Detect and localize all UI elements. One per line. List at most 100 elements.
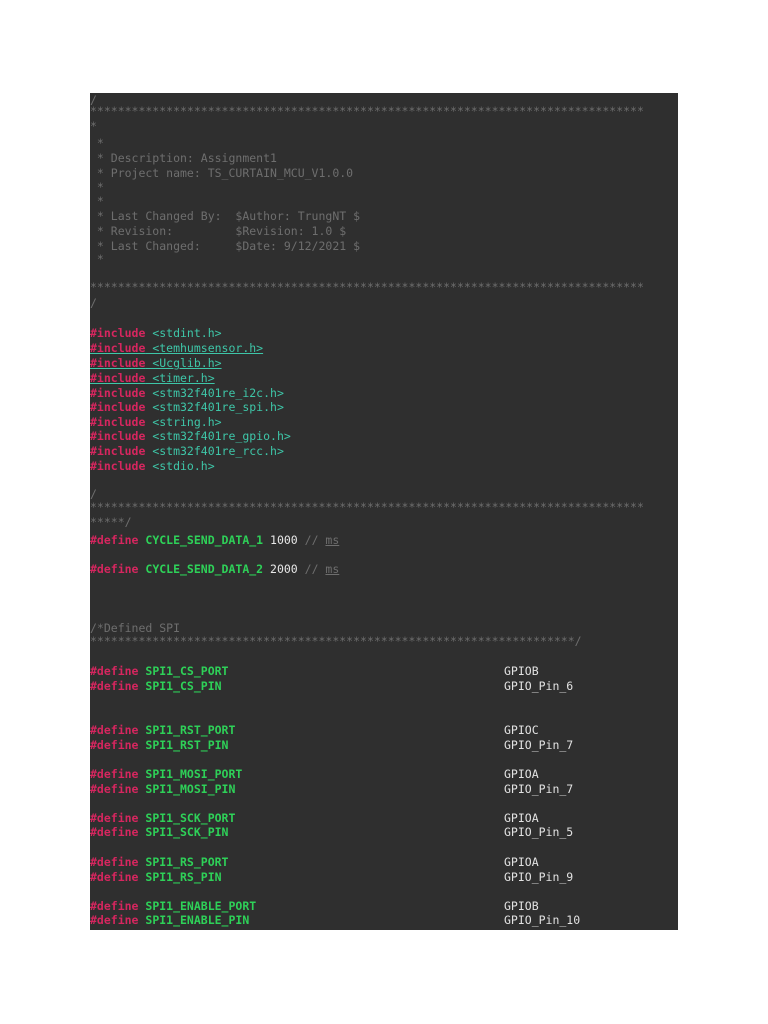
macro-value: GPIOB (504, 899, 539, 913)
include-keyword: #include (90, 341, 146, 355)
include-line[interactable]: #include <Ucglib.h> (90, 356, 222, 370)
macro-name: CYCLE_SEND_DATA_2 (138, 562, 264, 576)
macro-value: GPIO_Pin_5 (504, 825, 574, 839)
include-keyword: #include (90, 415, 146, 429)
macro-name: SPI1_MOSI_PORT (138, 767, 243, 781)
macro-name: SPI1_CS_PIN (138, 679, 222, 693)
define-line: #define SPI1_SCK_PIN GPIO_Pin_5 (90, 825, 678, 839)
include-line: #include <stm32f401re_i2c.h> (90, 386, 284, 400)
macro-name: SPI1_SCK_PORT (138, 811, 236, 825)
define-keyword: #define (90, 767, 139, 781)
define-keyword: #define (90, 664, 139, 678)
include-header: <stm32f401re_i2c.h> (145, 386, 284, 400)
define-line: #define SPI1_SCK_PORT GPIOA (90, 811, 678, 825)
define-keyword: #define (90, 738, 139, 752)
define-keyword: #define (90, 811, 139, 825)
define-line: #define SPI1_RST_PIN GPIO_Pin_7 (90, 738, 678, 752)
macro-name: CYCLE_SEND_DATA_1 (138, 533, 264, 547)
comment-last-changed-by: * Last Changed By: $Author: TrungNT $ (90, 209, 361, 223)
define-line: #define SPI1_MOSI_PIN GPIO_Pin_7 (90, 782, 678, 796)
include-line: #include <stdio.h> (90, 459, 215, 473)
include-header: <stdio.h> (145, 459, 215, 473)
comment-project-name: * Project name: TS_CURTAIN_MCU_V1.0.0 (90, 166, 354, 180)
macro-value: GPIOC (504, 723, 539, 737)
include-header-link[interactable]: <timer.h> (145, 371, 214, 385)
macro-name: SPI1_ENABLE_PORT (138, 899, 257, 913)
comment-stars-line: ****************************************… (90, 500, 644, 514)
comment-blank: * (90, 136, 104, 150)
comment-close: *****/ (90, 515, 132, 529)
comment-blank: * (90, 252, 104, 266)
define-line: #define SPI1_RST_PORT GPIOC (90, 723, 678, 737)
comment-last-changed: * Last Changed: $Date: 9/12/2021 $ (90, 239, 361, 253)
code-editor-panel: / **************************************… (90, 93, 678, 930)
inline-comment: // (297, 562, 326, 576)
comment-blank: * (90, 180, 104, 194)
include-line[interactable]: #include <temhumsensor.h> (90, 341, 263, 355)
include-header: <stm32f401re_rcc.h> (145, 444, 284, 458)
comment-spi-title: /*Defined SPI (90, 621, 181, 635)
include-header: <stm32f401re_gpio.h> (145, 429, 291, 443)
inline-comment: // (297, 533, 326, 547)
include-header-link[interactable]: <Ucglib.h> (145, 356, 221, 370)
include-keyword: #include (90, 326, 146, 340)
define-keyword: #define (90, 562, 139, 576)
include-header: <stdint.h> (145, 326, 222, 340)
include-keyword: #include (90, 429, 146, 443)
include-line: #include <stm32f401re_spi.h> (90, 400, 284, 414)
include-header: <string.h> (145, 415, 222, 429)
macro-value: GPIOA (504, 767, 539, 781)
define-keyword: #define (90, 825, 139, 839)
unit-comment: ms (325, 562, 340, 576)
comment-close: / (90, 296, 97, 310)
macro-value: GPIO_Pin_10 (504, 913, 581, 927)
macro-value: 1000 (263, 533, 298, 547)
include-keyword: #include (90, 356, 146, 370)
macro-value: GPIO_Pin_7 (504, 782, 574, 796)
define-keyword: #define (90, 533, 139, 547)
define-keyword: #define (90, 855, 139, 869)
unit-comment: ms (325, 533, 340, 547)
macro-name: SPI1_SCK_PIN (138, 825, 229, 839)
define-line: #define SPI1_CS_PORT GPIOB (90, 664, 678, 678)
define-line: #define SPI1_MOSI_PORT GPIOA (90, 767, 678, 781)
include-keyword: #include (90, 459, 146, 473)
define-keyword: #define (90, 870, 139, 884)
macro-value: GPIO_Pin_6 (504, 679, 574, 693)
include-header-link[interactable]: <temhumsensor.h> (145, 341, 263, 355)
include-keyword: #include (90, 386, 146, 400)
define-keyword: #define (90, 679, 139, 693)
define-keyword: #define (90, 913, 139, 927)
include-keyword: #include (90, 444, 146, 458)
macro-name: SPI1_RST_PIN (138, 738, 229, 752)
macro-name: SPI1_MOSI_PIN (138, 782, 236, 796)
define-keyword: #define (90, 899, 139, 913)
include-line: #include <stdint.h> (90, 326, 222, 340)
define-line: #define SPI1_ENABLE_PIN GPIO_Pin_10 (90, 913, 678, 927)
macro-name: SPI1_RST_PORT (138, 723, 236, 737)
macro-value: GPIOA (504, 811, 539, 825)
comment-open: / (90, 487, 97, 501)
macro-name: SPI1_RS_PIN (138, 870, 222, 884)
macro-value: GPIOA (504, 855, 539, 869)
macro-value: GPIO_Pin_7 (504, 738, 574, 752)
define-line: #define SPI1_ENABLE_PORT GPIOB (90, 899, 678, 913)
define-line: #define CYCLE_SEND_DATA_1 1000 // ms (90, 533, 339, 547)
macro-name: SPI1_RS_PORT (138, 855, 229, 869)
macro-value: 2000 (263, 562, 298, 576)
macro-name: SPI1_ENABLE_PIN (138, 913, 250, 927)
macro-value: GPIOB (504, 664, 539, 678)
comment-revision: * Revision: $Revision: 1.0 $ (90, 224, 347, 238)
comment-blank: * (90, 194, 104, 208)
include-line: #include <string.h> (90, 415, 222, 429)
include-line[interactable]: #include <timer.h> (90, 371, 215, 385)
macro-name: SPI1_CS_PORT (138, 664, 229, 678)
include-line: #include <stm32f401re_gpio.h> (90, 429, 291, 443)
comment-description: * Description: Assignment1 (90, 151, 277, 165)
define-line: #define SPI1_CS_PIN GPIO_Pin_6 (90, 679, 678, 693)
include-keyword: #include (90, 400, 146, 414)
comment-star: * (90, 119, 97, 133)
define-line: #define CYCLE_SEND_DATA_2 2000 // ms (90, 562, 339, 576)
comment-stars-line: ****************************************… (90, 280, 644, 294)
macro-value: GPIO_Pin_9 (504, 870, 574, 884)
